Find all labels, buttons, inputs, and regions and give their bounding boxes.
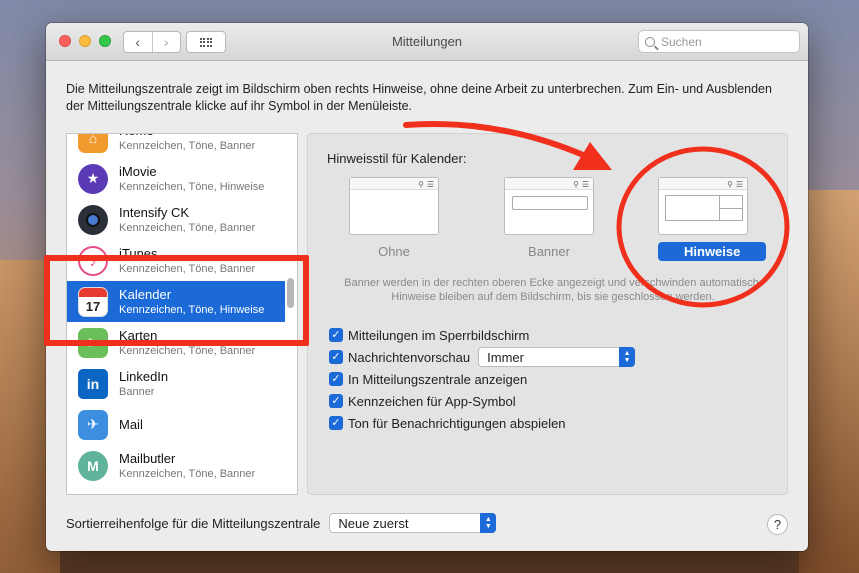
check-label: Ton für Benachrichtigungen abspielen bbox=[348, 415, 566, 431]
checkbox-checked-icon[interactable]: ✓ bbox=[329, 416, 343, 430]
chevron-updown-icon: ▲ ▼ bbox=[480, 513, 497, 533]
checkbox-checked-icon[interactable]: ✓ bbox=[329, 350, 343, 364]
style-option-none[interactable]: ⚲ ☰ Ohne bbox=[349, 177, 439, 259]
style-option-alerts[interactable]: ⚲ ☰ Hinweise bbox=[658, 177, 767, 261]
app-text: Mailbutler Kennzeichen, Töne, Banner bbox=[119, 451, 255, 481]
sort-popup-value: Neue zuerst bbox=[338, 515, 409, 531]
preview-popup-value: Immer bbox=[487, 349, 524, 365]
sort-label: Sortierreihenfolge für die Mitteilungsze… bbox=[66, 515, 321, 531]
app-text: Intensify CK Kennzeichen, Töne, Banner bbox=[119, 205, 255, 235]
chevron-updown-icon: ▲ ▼ bbox=[619, 347, 636, 367]
imovie-icon: ★ bbox=[78, 163, 108, 194]
style-option-label: Ohne bbox=[378, 244, 410, 259]
alert-preview-shape bbox=[665, 195, 743, 221]
app-row-mailbutler[interactable]: M Mailbutler Kennzeichen, Töne, Banner bbox=[67, 445, 285, 486]
search-placeholder: Suchen bbox=[661, 34, 702, 49]
preview-none: ⚲ ☰ bbox=[349, 177, 439, 235]
search-icon bbox=[645, 36, 655, 47]
app-name: LinkedIn bbox=[119, 368, 169, 384]
preview-alerts: ⚲ ☰ bbox=[658, 177, 748, 235]
list-icon: ☰ bbox=[735, 180, 743, 189]
app-subtitle: Kennzeichen, Töne, Banner bbox=[119, 221, 256, 234]
checkbox-checked-icon[interactable]: ✓ bbox=[329, 328, 343, 342]
search-icon: ⚲ bbox=[573, 180, 579, 189]
check-sound[interactable]: ✓ Ton für Benachrichtigungen abspielen bbox=[329, 412, 635, 434]
app-subtitle: Kennzeichen, Töne, Hinweise bbox=[119, 180, 265, 193]
app-subtitle: Banner bbox=[119, 385, 155, 398]
list-icon: ☰ bbox=[581, 180, 589, 189]
settings-panel: Hinweisstil für Kalender: ⚲ ☰ Ohne ⚲ ☰ Ban… bbox=[307, 133, 788, 495]
sort-popup[interactable]: Neue zuerst ▲ ▼ bbox=[329, 513, 497, 533]
option-checkboxes: ✓ Mitteilungen im Sperrbildschirm ✓ Nach… bbox=[329, 324, 636, 434]
checkbox-checked-icon[interactable]: ✓ bbox=[329, 394, 343, 408]
check-label: In Mitteilungszentrale anzeigen bbox=[348, 371, 528, 387]
title-bar: ‹ › Mitteilungen Suchen bbox=[46, 23, 808, 61]
desktop-dune-right bbox=[799, 190, 859, 573]
app-row-intensify-ck[interactable]: Intensify CK Kennzeichen, Töne, Banner bbox=[67, 199, 285, 240]
check-label: Kennzeichen für App-Symbol bbox=[348, 393, 516, 409]
preview-popup[interactable]: Immer ▲ ▼ bbox=[478, 347, 636, 367]
app-text: iMovie Kennzeichen, Töne, Hinweise bbox=[119, 164, 264, 194]
app-row-mail[interactable]: ✈ Mail bbox=[67, 404, 285, 445]
search-icon: ⚲ bbox=[727, 180, 733, 189]
sort-row: Sortierreihenfolge für die Mitteilungsze… bbox=[66, 513, 497, 533]
app-name: Mailbutler bbox=[119, 450, 176, 466]
linkedin-icon: in bbox=[78, 368, 108, 399]
app-subtitle: Kennzeichen, Töne, Banner bbox=[119, 139, 256, 152]
app-subtitle: Kennzeichen, Töne, Banner bbox=[119, 467, 256, 480]
check-label: Mitteilungen im Sperrbildschirm bbox=[348, 327, 530, 343]
check-label: Nachrichtenvorschau bbox=[348, 349, 471, 365]
check-show-in-center[interactable]: ✓ In Mitteilungszentrale anzeigen bbox=[329, 368, 635, 390]
mailbutler-icon: M bbox=[78, 450, 108, 481]
intensify-icon bbox=[78, 204, 108, 235]
intro-text: Die Mitteilungszentrale zeigt im Bildsch… bbox=[66, 82, 772, 113]
style-description: Banner werden in der rechten oberen Ecke… bbox=[344, 277, 762, 303]
check-lock-screen[interactable]: ✓ Mitteilungen im Sperrbildschirm bbox=[329, 324, 635, 346]
app-row-home[interactable]: ⌂ HomeKennzeichen, Töne, Banner bbox=[67, 134, 285, 158]
app-row-linkedin[interactable]: in LinkedIn Banner bbox=[67, 363, 285, 404]
style-option-label-selected: Hinweise bbox=[658, 242, 767, 261]
list-icon: ☰ bbox=[426, 180, 434, 189]
home-icon: ⌂ bbox=[78, 134, 108, 153]
app-row-imovie[interactable]: ★ iMovie Kennzeichen, Töne, Hinweise bbox=[67, 158, 285, 199]
search-input[interactable]: Suchen bbox=[638, 30, 800, 53]
banner-preview-shape bbox=[512, 196, 588, 210]
app-text: LinkedIn Banner bbox=[119, 369, 168, 399]
app-text: HomeKennzeichen, Töne, Banner bbox=[119, 134, 256, 153]
check-badge[interactable]: ✓ Kennzeichen für App-Symbol bbox=[329, 390, 635, 412]
app-name: Mail bbox=[119, 416, 143, 432]
check-preview[interactable]: ✓ Nachrichtenvorschau Immer ▲ ▼ bbox=[329, 346, 636, 368]
checkbox-checked-icon[interactable]: ✓ bbox=[329, 372, 343, 386]
mail-icon: ✈ bbox=[78, 409, 108, 440]
preview-banner: ⚲ ☰ bbox=[504, 177, 594, 235]
style-option-banner[interactable]: ⚲ ☰ Banner bbox=[504, 177, 594, 259]
alert-style-label: Hinweisstil für Kalender: bbox=[327, 151, 467, 166]
help-button[interactable]: ? bbox=[767, 514, 788, 535]
annotation-highlight-box bbox=[44, 255, 309, 346]
search-icon: ⚲ bbox=[418, 180, 424, 189]
app-text: Mail bbox=[119, 417, 143, 433]
style-option-label: Banner bbox=[528, 244, 570, 259]
app-name: Intensify CK bbox=[119, 204, 190, 220]
app-name: iMovie bbox=[119, 163, 157, 179]
